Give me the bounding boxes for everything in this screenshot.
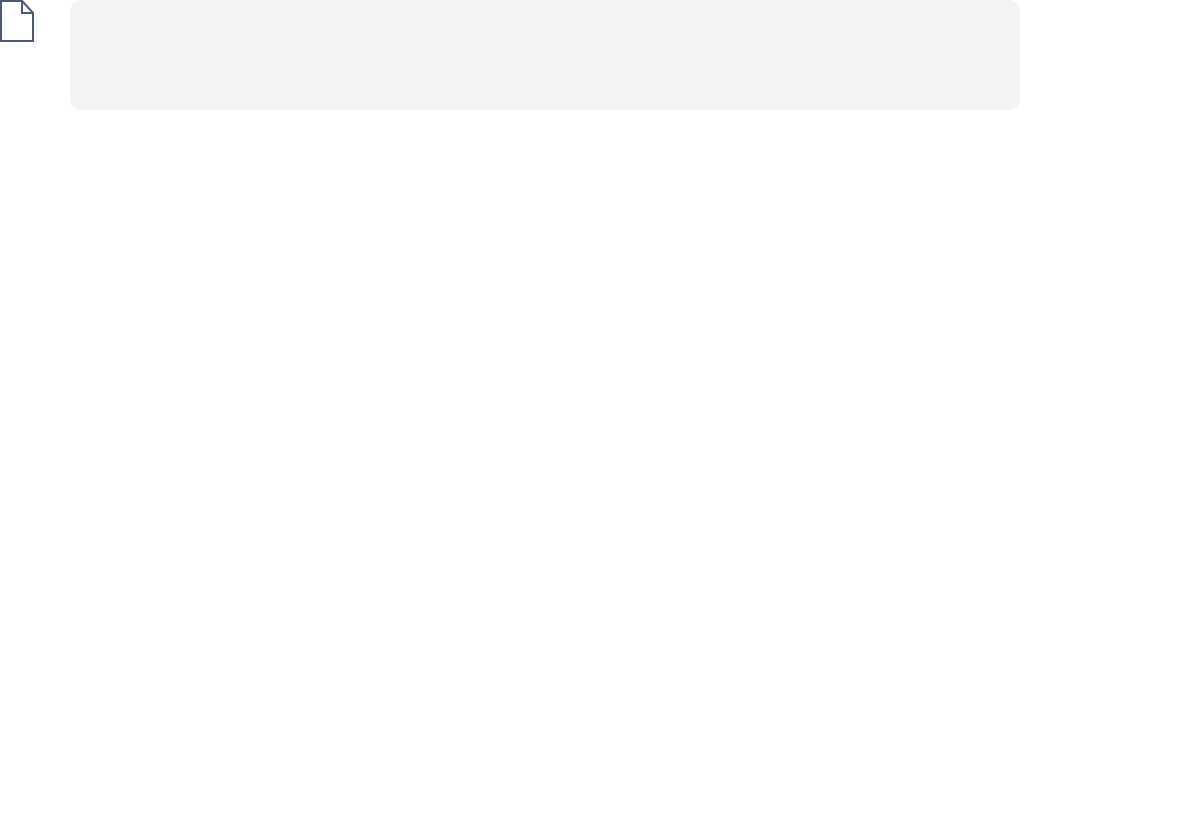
diagram-stage	[0, 0, 1202, 825]
persist-box	[0, 0, 140, 50]
arrows-layer	[0, 0, 1202, 825]
component-row-last	[70, 0, 1020, 110]
